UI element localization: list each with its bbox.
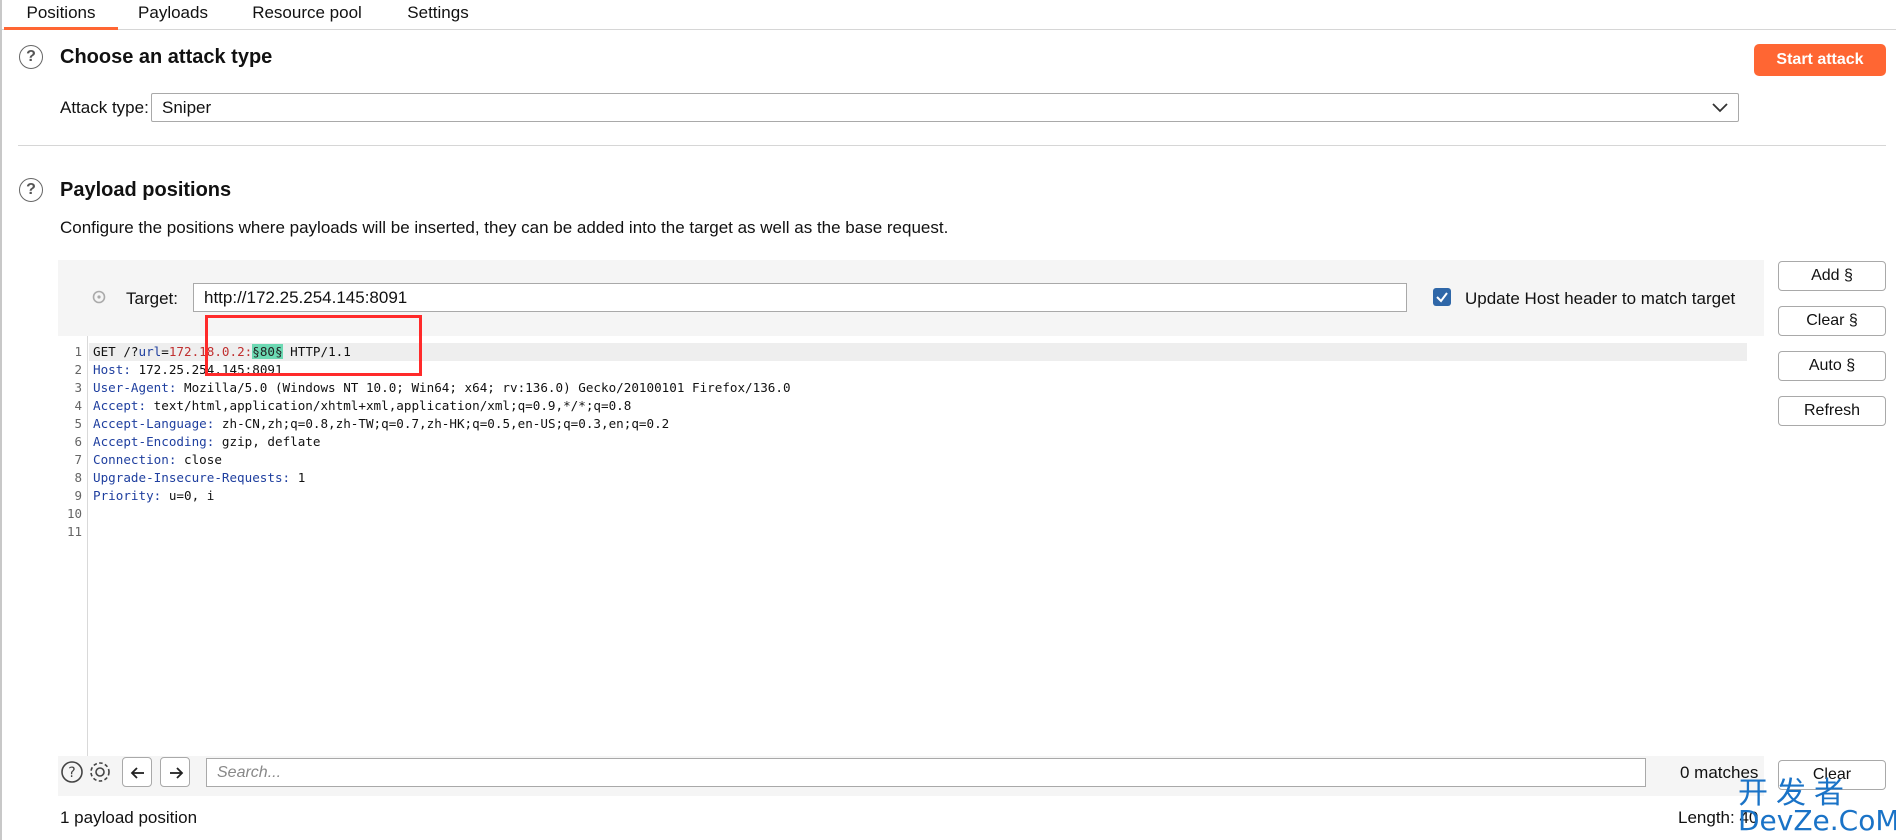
header-value: text/html,application/xhtml+xml,applicat… <box>146 398 632 413</box>
request-line-9: Priority: u=0, i <box>93 487 214 505</box>
update-host-checkbox[interactable] <box>1433 288 1451 306</box>
request-method: GET /? <box>93 344 139 359</box>
attack-type-help-icon[interactable]: ? <box>19 45 43 69</box>
request-line-6: Accept-Encoding: gzip, deflate <box>93 433 320 451</box>
payload-positions-help-icon[interactable]: ? <box>19 178 43 202</box>
target-label: Target: <box>126 289 178 308</box>
line-number: 1 <box>74 344 82 359</box>
refresh-button[interactable]: Refresh <box>1778 396 1886 426</box>
target-input[interactable] <box>193 283 1407 312</box>
header-key: Host: <box>93 362 131 377</box>
watermark-line-2: DevZe.CoM <box>1738 804 1896 837</box>
header-value: 1 <box>290 470 306 485</box>
line-number: 8 <box>74 470 82 485</box>
payload-count-status: 1 payload position <box>60 808 198 827</box>
header-value: gzip, deflate <box>214 434 321 449</box>
header-value: u=0, i <box>161 488 215 503</box>
checkmark-icon <box>1436 292 1448 303</box>
annotation-highlight-box <box>205 315 422 376</box>
section-divider <box>18 145 1886 146</box>
request-line-4: Accept: text/html,application/xhtml+xml,… <box>93 397 631 415</box>
line-number: 5 <box>74 416 82 431</box>
help-icon[interactable]: ? <box>60 760 84 784</box>
request-line-7: Connection: close <box>93 451 222 469</box>
attack-type-value: Sniper <box>162 98 212 117</box>
tab-bar: Positions Payloads Resource pool Setting… <box>2 0 1896 30</box>
request-line-8: Upgrade-Insecure-Requests: 1 <box>93 469 305 487</box>
svg-text:?: ? <box>68 765 75 781</box>
window-left-border <box>0 0 2 840</box>
tab-resource-pool[interactable]: Resource pool <box>242 0 372 30</box>
arrow-left-icon <box>130 767 144 779</box>
header-key: Connection: <box>93 452 177 467</box>
tab-positions[interactable]: Positions <box>4 0 118 30</box>
line-number: 7 <box>74 452 82 467</box>
line-number: 3 <box>74 380 82 395</box>
payload-positions-title: Payload positions <box>60 179 232 201</box>
previous-match-button[interactable] <box>122 757 152 787</box>
next-match-button[interactable] <box>160 757 190 787</box>
start-attack-button[interactable]: Start attack <box>1754 44 1886 76</box>
chevron-down-icon <box>1712 103 1728 113</box>
site-watermark: 开发者 DevZe.CoM <box>1738 768 1896 837</box>
header-value: zh-CN,zh;q=0.8,zh-TW;q=0.7,zh-HK;q=0.5,e… <box>214 416 670 431</box>
attack-type-title: Choose an attack type <box>60 46 273 68</box>
add-payload-marker-button[interactable]: Add § <box>1778 261 1886 291</box>
gear-icon[interactable] <box>88 760 112 784</box>
attack-type-label: Attack type: <box>60 98 149 117</box>
attack-type-select[interactable]: Sniper <box>151 93 1739 122</box>
header-key: Upgrade-Insecure-Requests: <box>93 470 291 485</box>
header-value: Mozilla/5.0 (Windows NT 10.0; Win64; x64… <box>176 380 791 395</box>
tab-settings[interactable]: Settings <box>396 0 480 30</box>
line-number: 11 <box>66 524 82 539</box>
query-param-name: url <box>138 344 162 359</box>
query-equals: = <box>161 344 169 359</box>
payload-positions-description: Configure the positions where payloads w… <box>60 218 949 237</box>
header-key: Priority: <box>93 488 162 503</box>
header-key: User-Agent: <box>93 380 177 395</box>
clear-payload-markers-button[interactable]: Clear § <box>1778 306 1886 336</box>
header-value: close <box>176 452 222 467</box>
target-reset-icon[interactable] <box>90 288 108 306</box>
line-number: 6 <box>74 434 82 449</box>
auto-payload-markers-button[interactable]: Auto § <box>1778 351 1886 381</box>
header-key: Accept-Encoding: <box>93 434 215 449</box>
line-number: 4 <box>74 398 82 413</box>
header-key: Accept: <box>93 398 147 413</box>
update-host-label: Update Host header to match target <box>1465 289 1736 308</box>
arrow-right-icon <box>170 767 184 779</box>
line-number: 10 <box>66 506 82 521</box>
search-input[interactable] <box>206 758 1646 787</box>
line-number: 9 <box>74 488 82 503</box>
header-key: Accept-Language: <box>93 416 215 431</box>
tab-payloads[interactable]: Payloads <box>128 0 218 30</box>
request-line-5: Accept-Language: zh-CN,zh;q=0.8,zh-TW;q=… <box>93 415 669 433</box>
line-number: 2 <box>74 362 82 377</box>
request-line-3: User-Agent: Mozilla/5.0 (Windows NT 10.0… <box>93 379 791 397</box>
